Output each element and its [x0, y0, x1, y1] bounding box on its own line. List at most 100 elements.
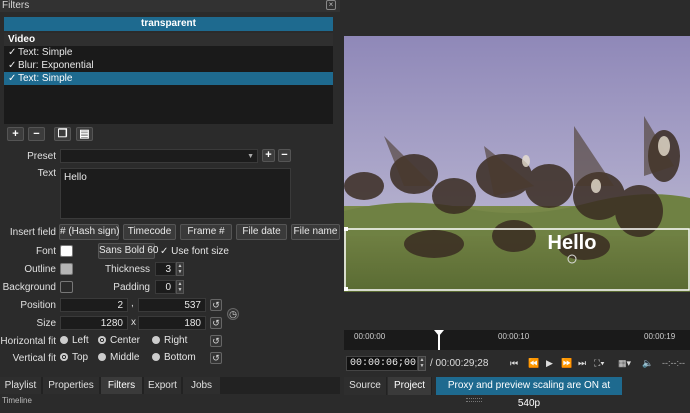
reset-vfit-icon[interactable]: ↺: [210, 352, 222, 364]
filter-item-label: Blur: Exponential: [18, 60, 94, 71]
font-button[interactable]: Sans Bold 60: [98, 243, 159, 259]
hfit-right-label: Right: [164, 335, 188, 346]
checkmark-icon[interactable]: ✓: [8, 72, 18, 85]
hfit-right-radio[interactable]: Right: [152, 335, 187, 346]
save-preset-button[interactable]: +: [262, 149, 275, 162]
thickness-label: Thickness: [104, 264, 150, 275]
playhead-marker-icon[interactable]: [434, 330, 444, 336]
radio-icon: [152, 353, 160, 362]
vertical-fit-label: Vertical fit: [12, 353, 56, 364]
video-preview[interactable]: Hello: [344, 36, 690, 292]
volume-icon[interactable]: 🔈: [642, 357, 653, 369]
outline-label: Outline: [24, 264, 56, 275]
size-width-input[interactable]: 1280: [60, 316, 128, 330]
use-font-size-label: Use font size: [171, 246, 229, 257]
padding-label: Padding: [113, 282, 150, 293]
filter-item-label: Text: Simple: [18, 47, 73, 58]
filter-item[interactable]: ✓ Text: Simple: [4, 46, 333, 59]
position-separator: ,: [131, 298, 134, 309]
keyframe-stopwatch-icon[interactable]: ◷: [227, 308, 239, 320]
paste-filters-button[interactable]: ▤: [76, 127, 93, 141]
insert-frame-button[interactable]: Frame #: [180, 224, 232, 240]
tab-properties[interactable]: Properties: [43, 377, 100, 394]
fast-forward-icon[interactable]: ⏩: [561, 357, 572, 369]
background-label: Background: [2, 282, 56, 293]
remove-filter-button[interactable]: −: [28, 127, 45, 141]
size-height-input[interactable]: 180: [138, 316, 206, 330]
insert-hash-button[interactable]: # (Hash sign): [59, 224, 119, 240]
position-label: Position: [20, 300, 56, 311]
filter-target-name: transparent: [4, 17, 333, 31]
vfit-middle-label: Middle: [110, 352, 140, 363]
close-panel-icon[interactable]: ×: [326, 0, 336, 10]
grid-icon[interactable]: ▦▾: [618, 357, 631, 369]
vfit-top-label: Top: [72, 352, 89, 363]
text-label: Text: [37, 168, 56, 179]
vfit-bottom-label: Bottom: [164, 352, 196, 363]
filter-item-label: Text: Simple: [18, 73, 73, 84]
tab-source[interactable]: Source: [344, 377, 387, 395]
tab-filters[interactable]: Filters: [101, 377, 143, 394]
chevron-down-icon: ▼: [247, 153, 254, 160]
reset-position-icon[interactable]: ↺: [210, 299, 222, 311]
delete-preset-button[interactable]: −: [278, 149, 291, 162]
add-filter-button[interactable]: +: [7, 127, 24, 141]
vfit-bottom-radio[interactable]: Bottom: [152, 352, 196, 363]
timecode-spin-arrows[interactable]: ▲ ▼: [418, 356, 426, 371]
hfit-center-radio[interactable]: Center: [98, 335, 140, 346]
insert-file-date-button[interactable]: File date: [236, 224, 287, 240]
font-label: Font: [35, 246, 56, 257]
video-filter-list[interactable]: Video ✓ Text: Simple ✓ Blur: Exponential ✓…: [4, 33, 333, 124]
current-timecode[interactable]: 00:00:06;00: [346, 356, 418, 371]
tab-playlist[interactable]: Playlist: [0, 377, 42, 394]
filter-item-selected[interactable]: ✓ Text: Simple: [4, 72, 333, 85]
vfit-middle-radio[interactable]: Middle: [98, 352, 139, 363]
zoom-icon[interactable]: ⛶▾: [594, 357, 605, 369]
position-y-input[interactable]: 537: [138, 298, 206, 312]
tab-jobs[interactable]: Jobs: [183, 377, 221, 394]
copy-filters-button[interactable]: ❐: [54, 127, 71, 141]
preset-select[interactable]: ▼: [60, 149, 258, 163]
filter-item[interactable]: ✓ Blur: Exponential: [4, 59, 333, 72]
dock-tabs: Playlist Properties Filters Export Jobs: [0, 377, 340, 394]
dock-splitter-handle[interactable]: [466, 398, 482, 402]
tab-project[interactable]: Project: [388, 377, 432, 395]
timeline-ruler[interactable]: 00:00:00 00:00:10 00:00:19: [344, 330, 690, 350]
hfit-left-radio[interactable]: Left: [60, 335, 89, 346]
padding-spin-arrows[interactable]: ▲ ▼: [176, 280, 184, 294]
background-color-swatch[interactable]: [60, 281, 73, 293]
horizontal-fit-label: Horizontal fit: [0, 336, 56, 347]
thickness-spin-arrows[interactable]: ▲ ▼: [176, 262, 184, 276]
timeline-panel-title: Timeline: [2, 396, 32, 405]
in-out-timecode: --:--:--: [662, 358, 685, 368]
hfit-center-label: Center: [110, 335, 141, 346]
reset-size-icon[interactable]: ↺: [210, 317, 222, 329]
viewer-bottom-gap: [344, 292, 690, 330]
position-x-input[interactable]: 2: [60, 298, 128, 312]
vfit-top-radio[interactable]: Top: [60, 352, 88, 363]
skip-previous-icon[interactable]: ⏮: [510, 357, 518, 369]
tab-export[interactable]: Export: [144, 377, 182, 394]
overlay-text: Hello: [548, 232, 597, 254]
outline-color-swatch[interactable]: [60, 263, 73, 275]
insert-file-name-button[interactable]: File name: [291, 224, 340, 240]
text-input[interactable]: Hello: [60, 168, 291, 219]
radio-icon: [152, 336, 160, 345]
radio-selected-icon: [60, 353, 68, 362]
checkmark-icon[interactable]: ✓: [8, 59, 18, 72]
play-icon[interactable]: ▶: [546, 357, 553, 369]
radio-icon: [98, 353, 106, 362]
copy-icon: ❐: [57, 128, 68, 140]
rewind-icon[interactable]: ⏪: [528, 357, 539, 369]
use-font-size-checkbox[interactable]: ✓ Use font size: [160, 246, 229, 257]
reset-hfit-icon[interactable]: ↺: [210, 335, 222, 347]
thickness-spinbox[interactable]: 3: [155, 262, 176, 276]
skip-next-icon[interactable]: ⏭: [578, 357, 586, 369]
size-separator: x: [131, 317, 136, 328]
video-frame-image: Hello: [344, 36, 690, 292]
padding-spinbox[interactable]: 0: [155, 280, 176, 294]
radio-selected-icon: [98, 336, 106, 345]
font-color-swatch[interactable]: [60, 245, 73, 257]
checkmark-icon[interactable]: ✓: [8, 46, 18, 59]
insert-timecode-button[interactable]: Timecode: [123, 224, 176, 240]
